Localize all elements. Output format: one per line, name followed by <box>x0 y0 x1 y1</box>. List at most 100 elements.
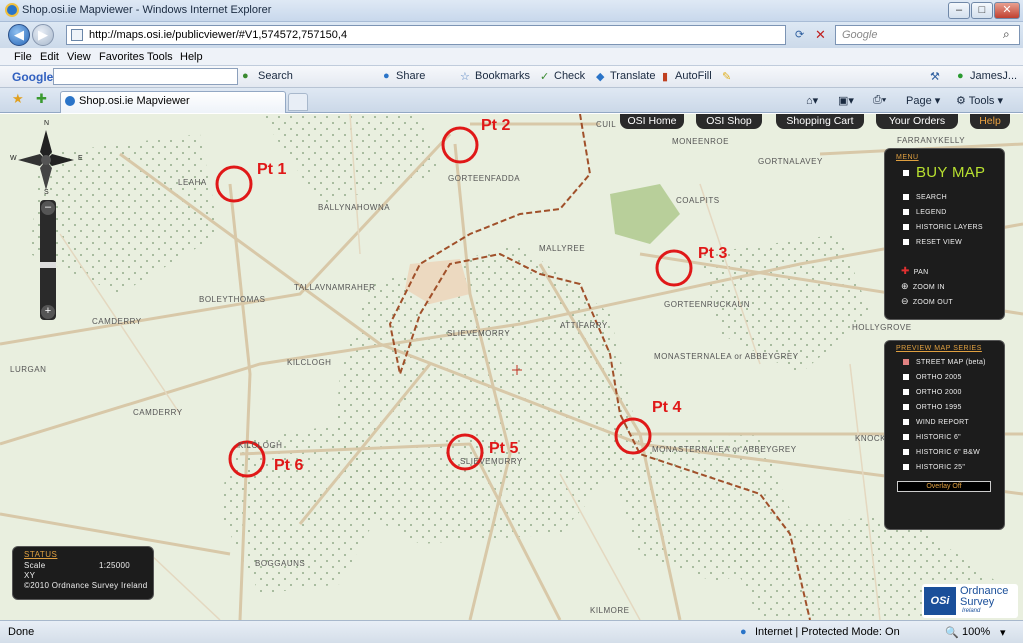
place-label: BOGGAUNS <box>255 559 306 568</box>
zoom-level[interactable]: 100% <box>962 626 990 638</box>
overlay-toggle[interactable]: Overlay Off <box>897 481 991 492</box>
place-label: CUIL <box>596 120 617 129</box>
zoom-in-icon[interactable]: + <box>41 305 55 319</box>
favorites-star-icon[interactable]: ★ <box>12 91 24 107</box>
page-menu[interactable]: Page ▾ <box>906 94 940 107</box>
search-icon[interactable]: ⌕ <box>1003 27 1010 42</box>
tool-pan[interactable]: ✚ PAN <box>901 266 928 277</box>
google-toolbar: Google ● Search ● Share ☆ Bookmarks ✓ Ch… <box>0 66 1023 88</box>
zoom-dropdown-icon[interactable]: ▾ <box>1000 626 1006 639</box>
series-historic-6[interactable]: HISTORIC 6" <box>903 434 961 441</box>
google-search-input[interactable] <box>53 68 238 85</box>
tools-menu[interactable]: ⚙ Tools ▾ <box>956 94 1003 107</box>
checkbox <box>903 170 909 177</box>
pencil-icon[interactable]: ✎ <box>722 70 731 83</box>
toolbar-check[interactable]: Check <box>554 70 585 82</box>
nav-osi-home[interactable]: OSI Home <box>620 114 684 129</box>
toolbar-translate[interactable]: Translate <box>610 70 655 82</box>
wrench-icon[interactable]: ⚒ <box>930 70 940 83</box>
point-label-pt6: Pt 6 <box>274 457 304 474</box>
window-title-bar: Shop.osi.ie Mapviewer - Windows Internet… <box>0 0 1023 22</box>
back-button[interactable]: ◀ <box>8 24 30 46</box>
checkbox <box>903 224 909 231</box>
xy-label: XY <box>24 571 36 580</box>
menu-favorites[interactable]: Favorites <box>99 51 144 63</box>
nav-your-orders[interactable]: Your Orders <box>876 114 958 129</box>
map-canvas[interactable]: LEAHA BALLYNAHOWNA GORTEENFADDA MONEENRO… <box>0 114 1023 620</box>
menu-reset-view[interactable]: RESET VIEW <box>903 239 962 246</box>
series-historic-6-bw[interactable]: HISTORIC 6" B&W <box>903 449 980 456</box>
new-tab-button[interactable] <box>288 93 308 111</box>
nav-shopping-cart[interactable]: Shopping Cart <box>776 114 864 129</box>
point-label-pt4: Pt 4 <box>652 399 682 416</box>
ie-logo-icon <box>5 3 19 17</box>
zoom-out-icon[interactable]: – <box>41 201 55 215</box>
forward-button[interactable]: ▶ <box>32 24 54 46</box>
tool-zoom-out[interactable]: ⊖ ZOOM OUT <box>901 296 953 307</box>
menu-reset-view-label: RESET VIEW <box>916 239 963 246</box>
series-label: HISTORIC 6" <box>916 434 961 441</box>
place-label: MONASTERNALEA or ABBEYGREY <box>654 352 799 361</box>
toolbar-share[interactable]: Share <box>396 70 425 82</box>
place-label: SLIEVEMURRY <box>460 457 523 466</box>
series-ortho-2005[interactable]: ORTHO 2005 <box>903 374 962 381</box>
stop-icon[interactable]: ✕ <box>815 27 826 43</box>
nav-osi-shop[interactable]: OSI Shop <box>696 114 762 129</box>
maximize-button[interactable]: □ <box>971 2 993 19</box>
internet-zone-icon: ● <box>740 626 747 638</box>
toolbar-autofill[interactable]: AutoFill <box>675 70 712 82</box>
close-window-button[interactable]: ✕ <box>994 2 1020 19</box>
menu-historic-layers-label: HISTORIC LAYERS <box>916 224 983 231</box>
scale-value: 1:25000 <box>99 561 131 570</box>
marker-pt2 <box>441 126 479 164</box>
buy-map-label: BUY MAP <box>916 164 986 181</box>
zoom-handle[interactable] <box>40 262 56 268</box>
home-icon[interactable]: ⌂▾ <box>806 94 818 107</box>
series-ortho-1995[interactable]: ORTHO 1995 <box>903 404 962 411</box>
menu-search[interactable]: SEARCH <box>903 194 947 201</box>
point-label-pt1: Pt 1 <box>257 161 287 178</box>
series-label: ORTHO 1995 <box>916 404 962 411</box>
print-icon[interactable]: ⎙▾ <box>873 94 886 107</box>
menu-view[interactable]: View <box>67 51 91 63</box>
menu-legend[interactable]: LEGEND <box>903 209 947 216</box>
address-bar[interactable]: http://maps.osi.ie/publicviewer/#V1,5745… <box>66 25 786 45</box>
tool-zoom-in[interactable]: ⊕ ZOOM IN <box>901 281 945 292</box>
series-street-map[interactable]: STREET MAP (beta) <box>903 359 986 366</box>
autofill-icon: ▮ <box>662 71 669 83</box>
security-zone-text[interactable]: Internet | Protected Mode: On <box>755 626 900 638</box>
toolbar-user[interactable]: JamesJ... <box>970 70 1017 82</box>
series-historic-25[interactable]: HISTORIC 25" <box>903 464 965 471</box>
zoom-slider[interactable]: – + <box>40 200 56 320</box>
nav-help[interactable]: Help <box>970 114 1010 129</box>
menu-legend-label: LEGEND <box>916 209 947 216</box>
place-label: GORTEENFADDA <box>448 174 521 183</box>
toolbar-bookmarks[interactable]: Bookmarks <box>475 70 530 82</box>
buy-map-button[interactable]: BUY MAP <box>903 164 985 181</box>
menu-help[interactable]: Help <box>180 51 203 63</box>
minimize-button[interactable]: – <box>948 2 970 19</box>
refresh-icon[interactable]: ⟳ <box>795 28 804 41</box>
add-favorites-icon[interactable]: ✚ <box>36 91 47 107</box>
place-label: SLIEVEMORRY <box>447 329 511 338</box>
menu-tools[interactable]: Tools <box>147 51 173 63</box>
checkbox <box>903 404 909 411</box>
tab-label: Shop.osi.ie Mapviewer <box>79 95 190 107</box>
menu-edit[interactable]: Edit <box>40 51 59 63</box>
checkbox <box>903 239 909 246</box>
place-label: KNOCK <box>855 434 886 443</box>
compass-w: W <box>10 155 17 162</box>
search-input[interactable]: Google <box>835 25 1020 45</box>
compass-rose: N S W E <box>10 120 83 198</box>
menu-historic-layers[interactable]: HISTORIC LAYERS <box>903 224 983 231</box>
menu-file[interactable]: File <box>14 51 32 63</box>
feeds-icon[interactable]: ▣▾ <box>838 94 854 107</box>
series-wind-report[interactable]: WIND REPORT <box>903 419 969 426</box>
marker-pt1 <box>215 165 253 203</box>
place-label: COALPITS <box>676 196 720 205</box>
osi-logo[interactable]: OSi Ordnance Survey Ireland <box>922 584 1018 618</box>
user-status-icon: ● <box>957 70 964 82</box>
series-ortho-2000[interactable]: ORTHO 2000 <box>903 389 962 396</box>
tab-mapviewer[interactable]: Shop.osi.ie Mapviewer <box>60 91 286 113</box>
toolbar-search[interactable]: Search <box>258 70 293 82</box>
